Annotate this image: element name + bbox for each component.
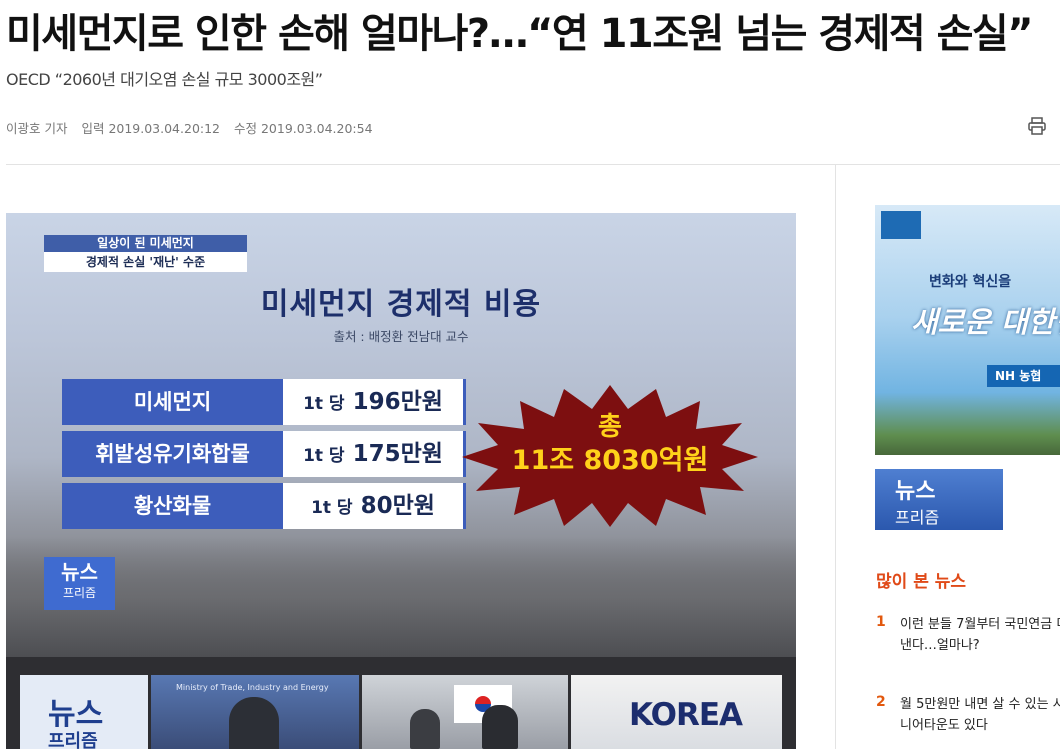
speaker-figure: [229, 697, 279, 749]
rank-number: 2: [876, 694, 886, 710]
caption-top: 일상이 된 미세먼지: [44, 235, 247, 252]
printer-icon[interactable]: [1027, 116, 1047, 136]
cost-row-value: 1t 당 175만원: [283, 431, 466, 477]
thumbnail-news-prism[interactable]: 뉴스 프리즘: [20, 675, 148, 749]
modified-date: 수정 2019.03.04.20:54: [234, 121, 373, 136]
column-divider: [835, 165, 836, 749]
cost-row-value: 1t 당 80만원: [283, 483, 466, 529]
thumbnail-ministry-briefing[interactable]: Ministry of Trade, Industry and Energy: [151, 675, 359, 749]
news-prism-logo: 뉴스 프리즘: [44, 557, 115, 610]
ad-logo-icon: [881, 211, 921, 239]
ad-text-line1: 변화와 혁신을: [929, 274, 1012, 290]
image-title: 미세먼지 경제적 비용: [260, 287, 542, 322]
caption-bottom: 경제적 손실 '재난' 수준: [44, 252, 247, 272]
reporter-name[interactable]: 이광호 기자: [6, 121, 67, 136]
total-burst-text: 총 11조 8030억원: [511, 412, 709, 476]
popular-news-item[interactable]: 2 월 5만원만 내면 살 수 있는 시니어타운도 있다: [876, 694, 1060, 738]
sidebar-news-prism-logo[interactable]: 뉴스 프리즘: [875, 469, 1003, 530]
article-image[interactable]: 일상이 된 미세먼지 경제적 손실 '재난' 수준 미세먼지 경제적 비용 출처…: [6, 213, 796, 749]
popular-news-title[interactable]: 이런 분들 7월부터 국민연금 더 낸다…얼마나?: [900, 614, 1060, 656]
hills-background: [6, 537, 796, 657]
cost-row-label: 휘발성유기화합물: [62, 431, 283, 477]
person-figure: [482, 705, 518, 749]
cost-row-label: 미세먼지: [62, 379, 283, 425]
published-date: 입력 2019.03.04.20:12: [81, 121, 221, 136]
popular-news-title[interactable]: 월 5만원만 내면 살 수 있는 시니어타운도 있다: [900, 694, 1060, 736]
popular-news-item[interactable]: 1 이런 분들 7월부터 국민연금 더 낸다…얼마나?: [876, 614, 1060, 658]
article-meta: 이광호 기자 입력 2019.03.04.20:12 수정 2019.03.04…: [6, 118, 383, 137]
cost-row-value: 1t 당 196만원: [283, 379, 466, 425]
article-subtitle: OECD “2060년 대기오염 손실 규모 3000조원”: [6, 70, 323, 89]
cost-row-label: 황산화물: [62, 483, 283, 529]
image-source: 출처 : 배정환 전남대 교수: [333, 329, 469, 344]
rank-number: 1: [876, 614, 886, 630]
video-thumbnails: 뉴스 프리즘 Ministry of Trade, Industry and E…: [20, 675, 782, 749]
header-divider: [6, 164, 1060, 165]
nh-logo: NH 농협: [987, 365, 1060, 387]
article-title: 미세먼지로 인한 손해 얼마나?…“연 11조원 넘는 경제적 손실”: [6, 11, 1034, 57]
ad-text-line2: 새로운 대한민: [911, 305, 1060, 339]
person-figure: [410, 709, 440, 749]
image-scene: 일상이 된 미세먼지 경제적 손실 '재난' 수준 미세먼지 경제적 비용 출처…: [6, 213, 796, 657]
sidebar-ad-banner[interactable]: 변화와 혁신을 새로운 대한민 NH 농협: [875, 205, 1060, 455]
thumbnail-korea[interactable]: KOREA: [571, 675, 782, 749]
caption-box: 일상이 된 미세먼지 경제적 손실 '재난' 수준: [44, 235, 247, 272]
thumbnail-president-flag[interactable]: [362, 675, 568, 749]
popular-news-heading: 많이 본 뉴스: [876, 572, 967, 592]
